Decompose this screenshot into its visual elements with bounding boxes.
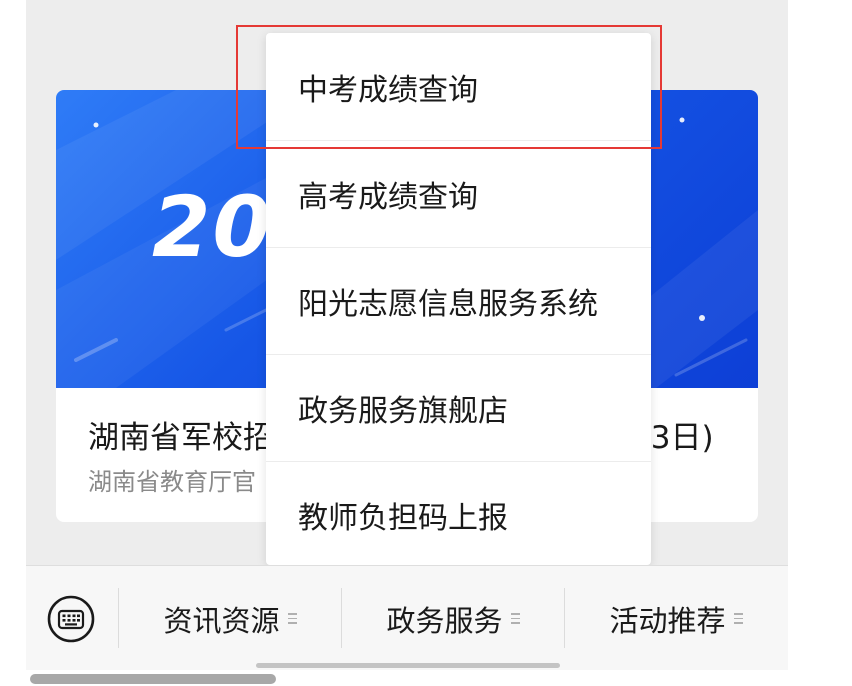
bottom-tab-bar: 资讯资源 政务服务 活动推荐 [26, 565, 788, 670]
popup-menu: 中考成绩查询 高考成绩查询 阳光志愿信息服务系统 政务服务旗舰店 教师负担码上报 [266, 33, 651, 565]
banner-year-text: 20 [152, 178, 273, 276]
keyboard-toggle-button[interactable] [46, 594, 96, 644]
menu-lines-icon [287, 613, 297, 624]
menu-item-government-store[interactable]: 政务服务旗舰店 [266, 354, 651, 461]
tab-government-services[interactable]: 政务服务 [342, 566, 564, 671]
menu-lines-icon [733, 613, 743, 624]
tab-activity-recommend[interactable]: 活动推荐 [565, 566, 787, 671]
tab-label: 资讯资源 [163, 603, 280, 638]
keyboard-icon [47, 595, 95, 643]
tab-news-resources[interactable]: 资讯资源 [119, 566, 341, 671]
article-source: 湖南省教育厅官 [88, 468, 256, 496]
tab-label: 政务服务 [386, 603, 503, 638]
menu-lines-icon [510, 613, 520, 624]
home-indicator [256, 663, 560, 668]
horizontal-scrollbar[interactable] [30, 674, 276, 684]
article-title: 湖南省军校招 [88, 420, 274, 456]
menu-item-teacher-burden-report[interactable]: 教师负担码上报 [266, 461, 651, 568]
tab-label: 活动推荐 [609, 603, 726, 638]
menu-item-gaokao-score[interactable]: 高考成绩查询 [266, 140, 651, 247]
menu-item-sunshine-volunteer[interactable]: 阳光志愿信息服务系统 [266, 247, 651, 354]
menu-item-zhongkao-score[interactable]: 中考成绩查询 [266, 33, 651, 140]
